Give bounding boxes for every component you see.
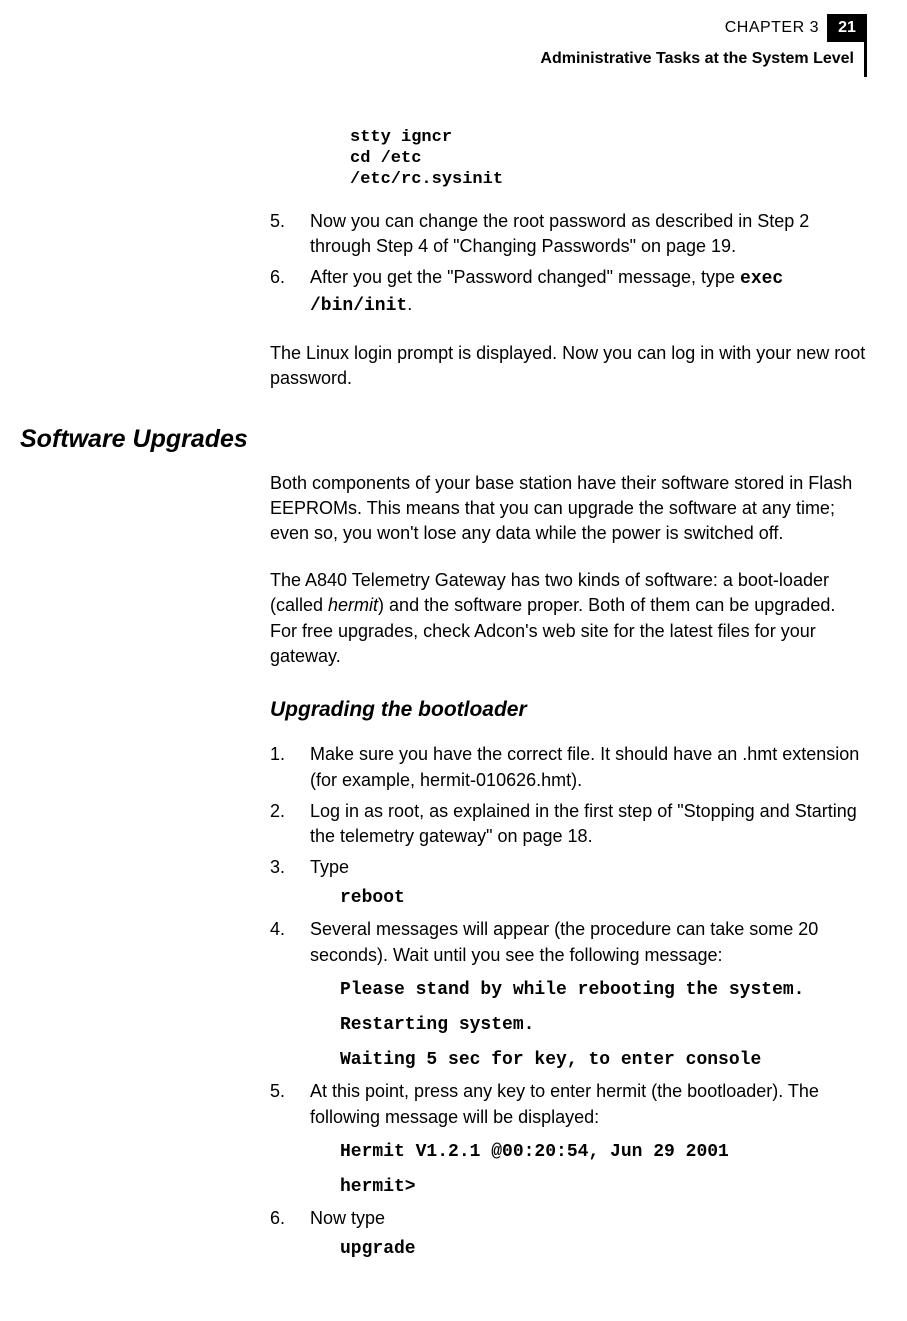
step-1b: 1. Make sure you have the correct file. … bbox=[270, 742, 867, 792]
step-text: At this point, press any key to enter he… bbox=[310, 1079, 867, 1200]
step-text: Type reboot bbox=[310, 855, 867, 911]
step-number: 4. bbox=[270, 917, 310, 1073]
step-text-line: At this point, press any key to enter he… bbox=[310, 1079, 867, 1129]
step-text: After you get the "Password changed" mes… bbox=[310, 265, 867, 319]
step-number: 6. bbox=[270, 1206, 310, 1262]
step-3b: 3. Type reboot bbox=[270, 855, 867, 911]
step-text: Log in as root, as explained in the firs… bbox=[310, 799, 867, 849]
step-6a: 6. After you get the "Password changed" … bbox=[270, 265, 867, 319]
step-number: 1. bbox=[270, 742, 310, 792]
console-message: Please stand by while rebooting the syst… bbox=[340, 978, 867, 1003]
chapter-label: CHAPTER 3 bbox=[725, 14, 827, 42]
step-text-prefix: After you get the "Password changed" mes… bbox=[310, 267, 740, 287]
step-2b: 2. Log in as root, as explained in the f… bbox=[270, 799, 867, 849]
step-text-line: Type bbox=[310, 855, 867, 880]
step-number: 3. bbox=[270, 855, 310, 911]
para3-hermit: hermit bbox=[328, 595, 378, 615]
console-prompt: hermit> bbox=[340, 1175, 867, 1200]
step-number: 2. bbox=[270, 799, 310, 849]
step-5a: 5. Now you can change the root password … bbox=[270, 209, 867, 259]
paragraph-login: The Linux login prompt is displayed. Now… bbox=[270, 341, 867, 391]
page-header: CHAPTER 3 21 bbox=[20, 14, 867, 42]
step-6b: 6. Now type upgrade bbox=[270, 1206, 867, 1262]
console-message: Hermit V1.2.1 @00:20:54, Jun 29 2001 bbox=[340, 1140, 867, 1165]
step-text-line: Now type bbox=[310, 1206, 867, 1231]
step-text: Make sure you have the correct file. It … bbox=[310, 742, 867, 792]
step-command: reboot bbox=[340, 886, 867, 911]
subsection-upgrading-bootloader: Upgrading the bootloader bbox=[270, 695, 867, 724]
step-number: 5. bbox=[270, 1079, 310, 1200]
page-number: 21 bbox=[827, 14, 867, 42]
step-text: Now type upgrade bbox=[310, 1206, 867, 1262]
step-text: Several messages will appear (the proced… bbox=[310, 917, 867, 1073]
section-software-upgrades: Software Upgrades bbox=[20, 422, 867, 457]
step-text: Now you can change the root password as … bbox=[310, 209, 867, 259]
step-5b: 5. At this point, press any key to enter… bbox=[270, 1079, 867, 1200]
paragraph-a840: The A840 Telemetry Gateway has two kinds… bbox=[270, 568, 867, 669]
step-text-suffix: . bbox=[407, 294, 412, 314]
code-block-pre: stty igncr cd /etc /etc/rc.sysinit bbox=[350, 127, 867, 191]
step-number: 6. bbox=[270, 265, 310, 319]
header-title: Administrative Tasks at the System Level bbox=[20, 42, 867, 76]
paragraph-eeprom: Both components of your base station hav… bbox=[270, 471, 867, 547]
step-4b: 4. Several messages will appear (the pro… bbox=[270, 917, 867, 1073]
console-message: Waiting 5 sec for key, to enter console bbox=[340, 1048, 867, 1073]
step-number: 5. bbox=[270, 209, 310, 259]
step-text-line: Several messages will appear (the proced… bbox=[310, 917, 867, 967]
step-command: upgrade bbox=[340, 1237, 867, 1262]
console-message: Restarting system. bbox=[340, 1013, 867, 1038]
steps-continuation: 5. Now you can change the root password … bbox=[270, 209, 867, 320]
steps-bootloader: 1. Make sure you have the correct file. … bbox=[270, 742, 867, 1262]
